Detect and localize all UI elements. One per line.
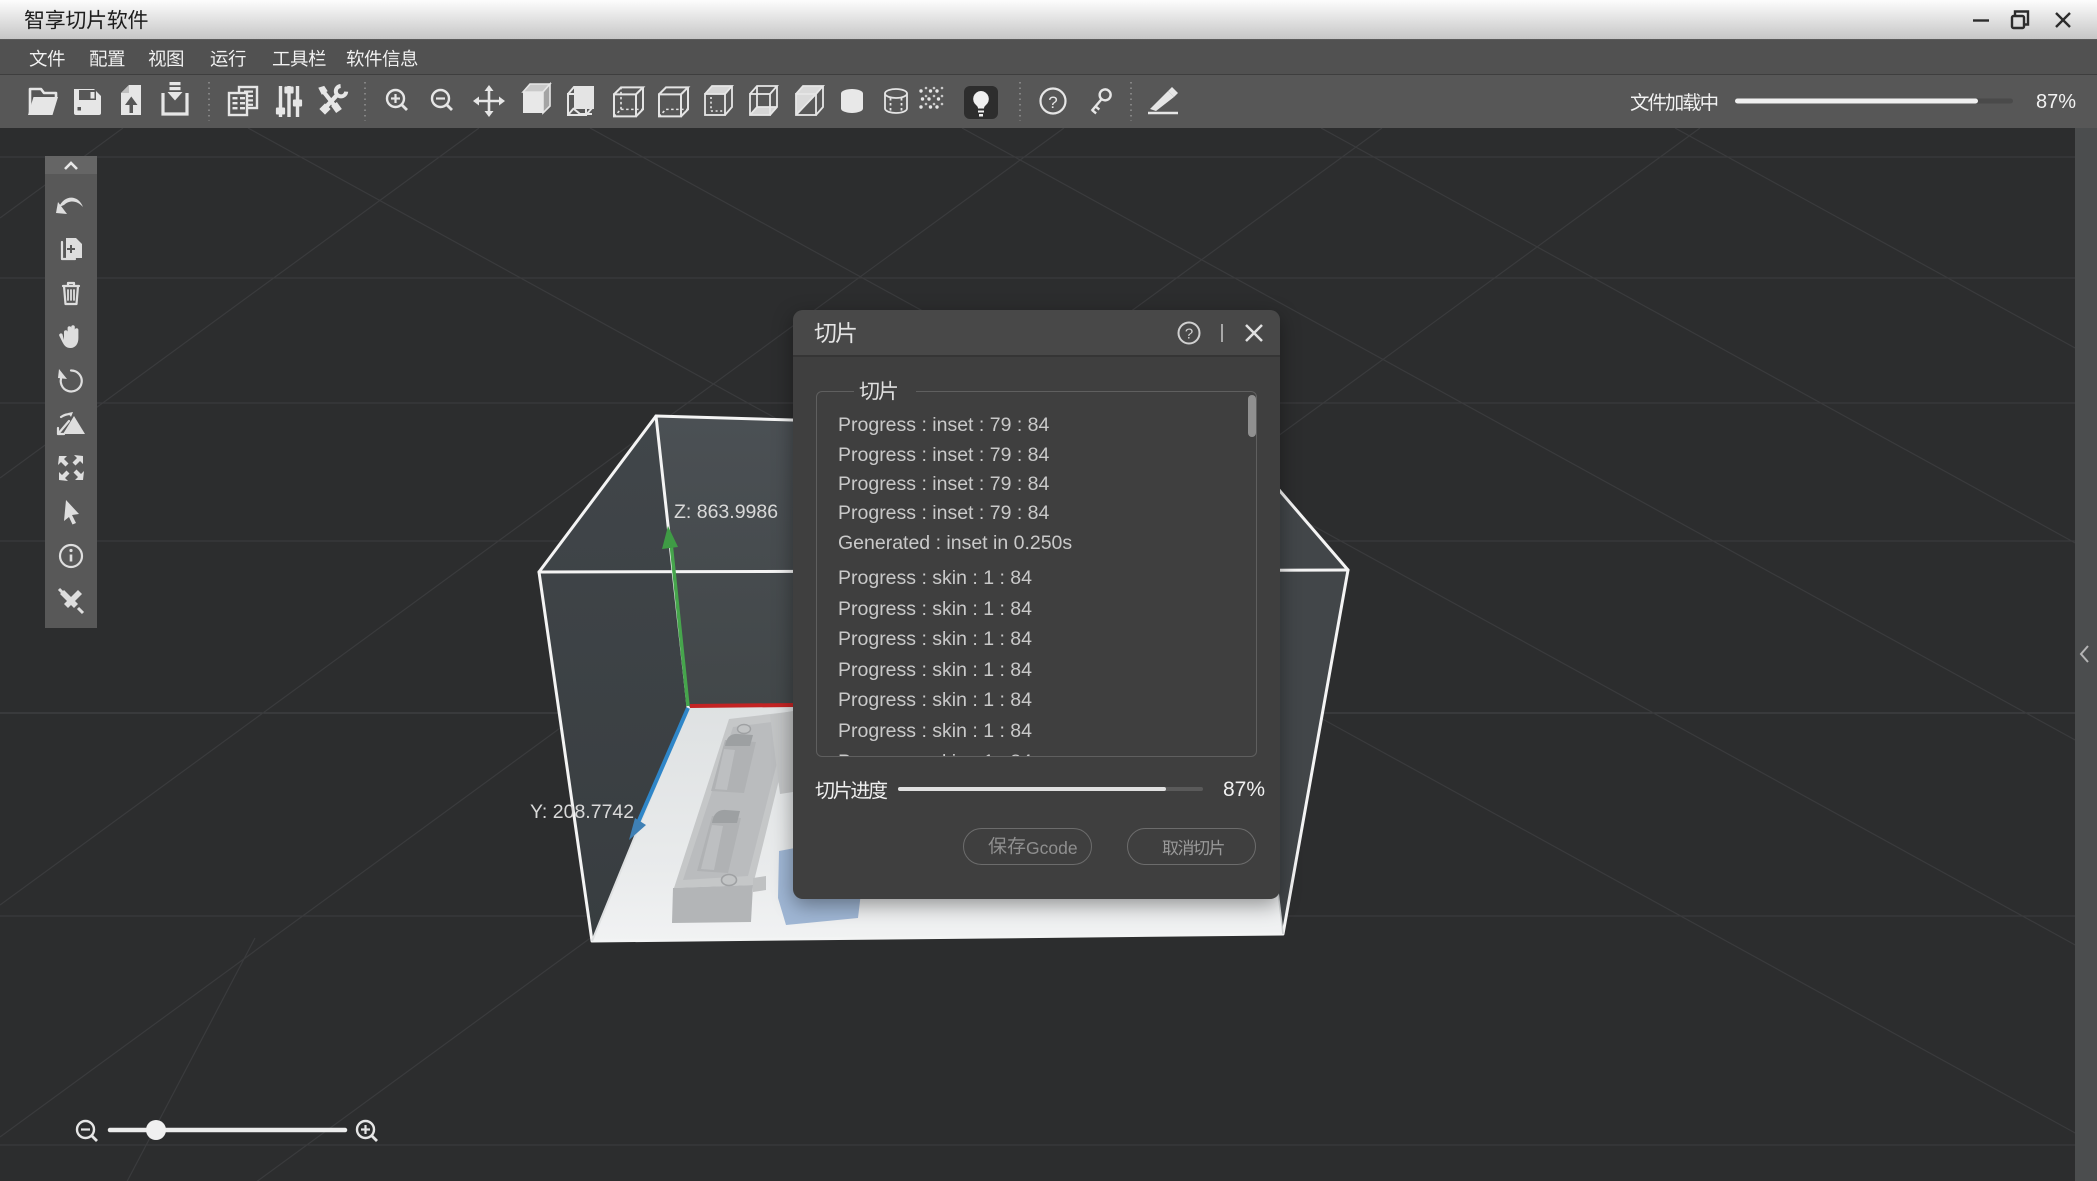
svg-text:87%: 87% [2036,91,2076,113]
svg-text:Y: 208.7742: Y: 208.7742 [530,801,634,823]
svg-text:?: ? [1048,93,1057,112]
svg-text:Z: 863.9986: Z: 863.9986 [674,501,778,523]
svg-text:?: ? [1185,326,1193,343]
